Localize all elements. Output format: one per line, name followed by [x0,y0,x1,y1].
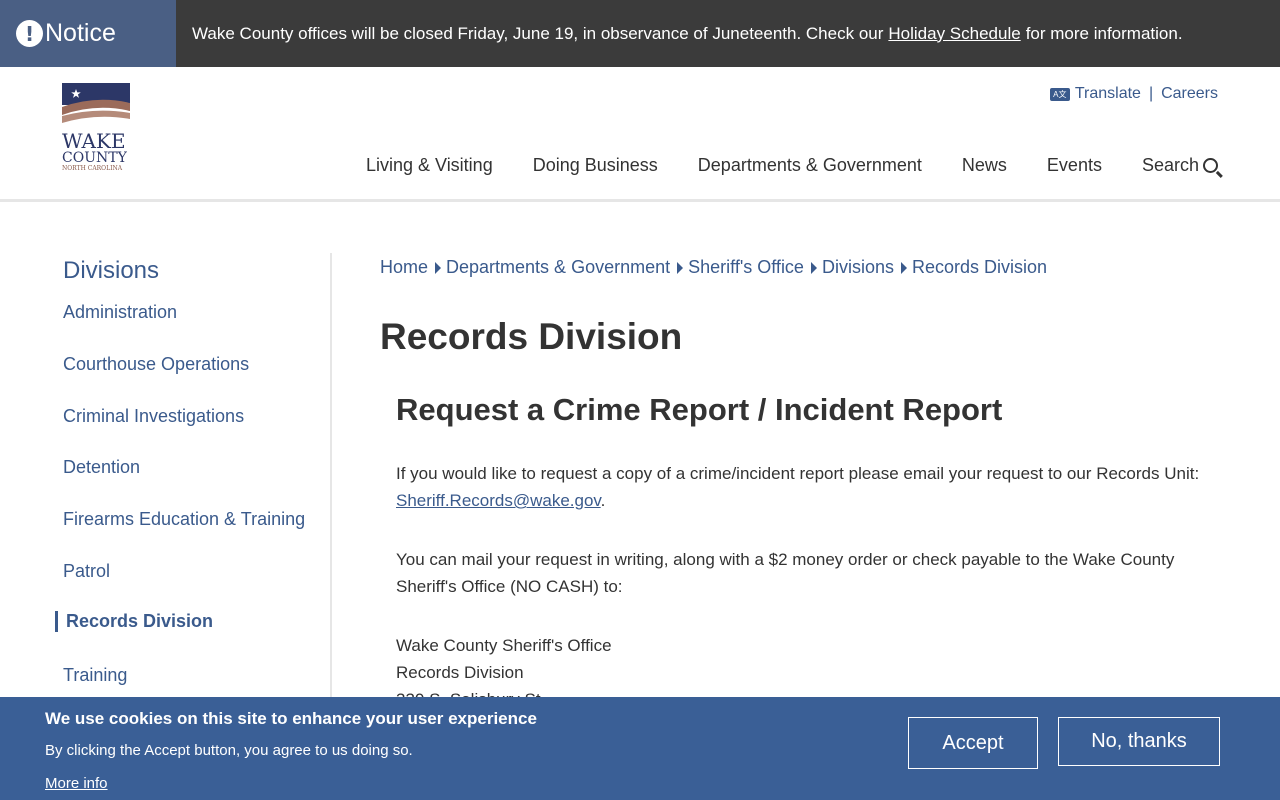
breadcrumb-divisions[interactable]: Divisions [822,257,894,278]
sidebar-item-courthouse-operations[interactable]: Courthouse Operations [63,354,249,375]
holiday-schedule-link[interactable]: Holiday Schedule [888,24,1020,44]
breadcrumb-caret-icon [900,261,907,274]
sidebar-item-administration[interactable]: Administration [63,302,177,323]
notice-text-before: Wake County offices will be closed Frida… [192,23,884,43]
notice-bar: ! Notice Wake County offices will be clo… [0,0,1280,67]
cookie-banner: We use cookies on this site to enhance y… [0,697,1280,800]
request-text-end: . [600,491,606,510]
utility-separator: | [1148,85,1154,102]
sidebar-title: Divisions [63,257,160,284]
notice-message: Wake County offices will be closed Frida… [176,0,1183,67]
wake-county-logo[interactable]: WAKE COUNTY NORTH CAROLINA [62,83,132,173]
nav-events[interactable]: Events [1047,155,1102,176]
section-title: Request a Crime Report / Incident Report [396,392,1003,427]
sidebar-item-detention[interactable]: Detention [63,457,140,478]
breadcrumb-records-division[interactable]: Records Division [912,257,1047,278]
notice-label: ! Notice [0,0,176,67]
cookie-more-info-link[interactable]: More info [45,775,108,792]
breadcrumb-home[interactable]: Home [380,257,428,278]
sidebar-item-training[interactable]: Training [63,665,127,686]
records-email-link[interactable]: Sheriff.Records@wake.gov [396,491,601,510]
breadcrumb-sheriffs-office[interactable]: Sheriff's Office [688,257,804,278]
nav-search-label: Search [1141,155,1199,175]
cookie-decline-button[interactable]: No, thanks [1058,717,1220,766]
request-paragraph: If you would like to request a copy of a… [396,460,1226,514]
request-text: If you would like to request a copy of a… [396,464,1200,483]
notice-text-after: for more information. [1025,23,1183,43]
cookie-subtitle: By clicking the Accept button, you agree… [45,742,413,759]
logo-state: NORTH CAROLINA [62,165,123,172]
cookie-title: We use cookies on this site to enhance y… [45,709,537,728]
translate-icon: A文 [1049,87,1070,101]
page-title: Records Division [380,316,683,357]
logo-wake: WAKE [62,129,126,153]
breadcrumb-caret-icon [435,261,442,274]
main-nav: Living & Visiting Doing Business Departm… [326,155,1218,176]
mail-paragraph: You can mail your request in writing, al… [396,550,1175,596]
nav-doing-business[interactable]: Doing Business [533,155,658,176]
translate-link[interactable]: Translate [1075,85,1141,103]
nav-living-visiting[interactable]: Living & Visiting [366,155,493,176]
sidebar-item-patrol[interactable]: Patrol [63,561,110,582]
notice-title: Notice [45,19,116,47]
breadcrumb-caret-icon [677,261,684,274]
search-icon [1203,158,1218,173]
sidebar-item-records-division[interactable]: Records Division [55,611,213,632]
sidebar-item-criminal-investigations[interactable]: Criminal Investigations [63,406,244,427]
nav-search[interactable]: Search [1142,155,1218,176]
breadcrumb: Home Departments & Government Sheriff's … [380,257,1047,278]
flag-logo-icon [62,83,130,123]
sidebar: Divisions Administration Courthouse Oper… [55,253,332,703]
exclamation-icon: ! [16,20,43,47]
cookie-accept-button[interactable]: Accept [908,717,1038,769]
site-header: WAKE COUNTY NORTH CAROLINA A文 Translate … [0,67,1280,202]
breadcrumb-caret-icon [810,261,817,274]
sidebar-item-firearms-education[interactable]: Firearms Education & Training [63,509,305,530]
address-line-1: Wake County Sheriff's Office [396,636,612,655]
address-line-2: Records Division [396,663,524,682]
utility-links: A文 Translate | Careers [1049,85,1218,103]
nav-departments-government[interactable]: Departments & Government [698,155,922,176]
breadcrumb-departments[interactable]: Departments & Government [446,257,670,278]
nav-news[interactable]: News [962,155,1007,176]
careers-link[interactable]: Careers [1161,85,1218,103]
logo-county: COUNTY [62,150,127,166]
